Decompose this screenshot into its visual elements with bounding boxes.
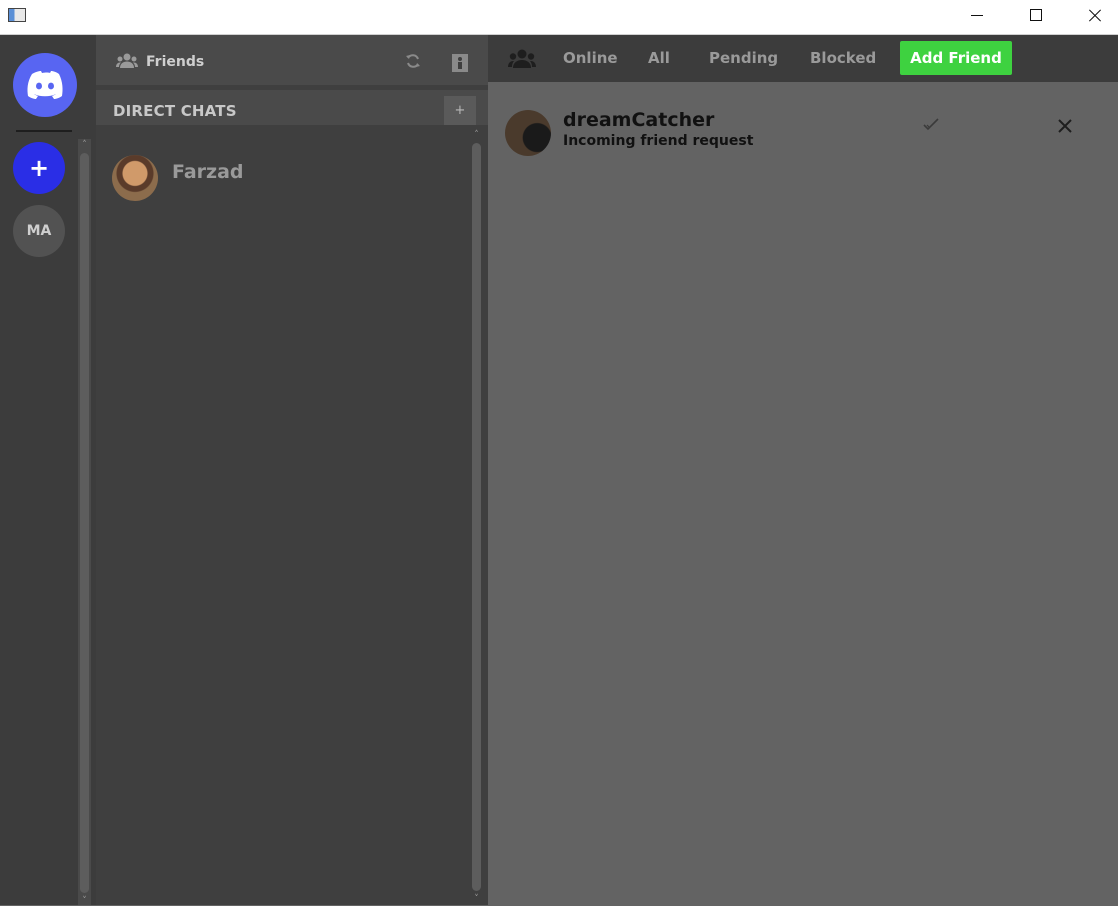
- add-server-button[interactable]: +: [13, 142, 65, 194]
- close-window-button[interactable]: [1064, 0, 1118, 32]
- tab-blocked[interactable]: Blocked: [810, 49, 876, 67]
- plus-icon: +: [28, 154, 50, 182]
- friends-icon: [116, 53, 138, 68]
- plus-icon: +: [454, 103, 466, 118]
- friends-icon: [508, 49, 536, 68]
- tab-pending[interactable]: Pending: [709, 49, 778, 67]
- avatar: [112, 155, 158, 201]
- direct-chats-panel: Friends DIRECT CHATS + Farzad ˄ ˅: [96, 35, 488, 905]
- avatar: [505, 110, 551, 156]
- discord-logo-icon: [27, 71, 63, 99]
- scroll-thumb[interactable]: [80, 153, 89, 893]
- decline-x-icon[interactable]: [1057, 118, 1073, 134]
- add-friend-button[interactable]: Add Friend: [900, 41, 1012, 75]
- scroll-thumb[interactable]: [472, 143, 481, 891]
- accept-check-icon[interactable]: [921, 117, 941, 133]
- user-settings-icon[interactable]: [452, 54, 468, 72]
- friend-request-item: dreamCatcher Incoming friend request: [488, 100, 1118, 160]
- scroll-up-icon[interactable]: ˄: [80, 141, 89, 150]
- direct-chats-label: DIRECT CHATS: [113, 102, 237, 120]
- add-direct-chat-button[interactable]: +: [444, 96, 476, 125]
- home-button[interactable]: [13, 53, 77, 117]
- friends-label: Friends: [146, 54, 205, 70]
- direct-chats-header: DIRECT CHATS +: [96, 90, 488, 125]
- friends-nav[interactable]: Friends: [96, 35, 488, 85]
- server-scrollbar[interactable]: ˄ ˅: [78, 139, 91, 906]
- scroll-up-icon[interactable]: ˄: [472, 131, 481, 140]
- dm-scrollbar[interactable]: ˄ ˅: [470, 129, 483, 905]
- request-status: Incoming friend request: [563, 133, 754, 149]
- refresh-icon[interactable]: [405, 53, 421, 69]
- maximize-button[interactable]: [1006, 0, 1064, 32]
- tab-all[interactable]: All: [648, 49, 670, 67]
- tab-online[interactable]: Online: [563, 49, 618, 67]
- app-icon: [8, 8, 26, 22]
- server-bar: + MA ˄ ˅: [0, 35, 96, 906]
- request-username: dreamCatcher: [563, 109, 715, 131]
- friends-main: Online All Pending Blocked Add Friend dr…: [488, 35, 1118, 905]
- minimize-button[interactable]: [948, 0, 1006, 32]
- friends-tabs-bar: Online All Pending Blocked Add Friend: [488, 35, 1118, 82]
- title-bar: [0, 0, 1118, 35]
- server-divider: [16, 130, 72, 132]
- server-item[interactable]: MA: [13, 205, 65, 257]
- dm-name: Farzad: [172, 161, 244, 183]
- scroll-down-icon[interactable]: ˅: [472, 895, 481, 904]
- dm-list-item[interactable]: Farzad: [112, 155, 452, 203]
- scroll-down-icon[interactable]: ˅: [80, 897, 89, 906]
